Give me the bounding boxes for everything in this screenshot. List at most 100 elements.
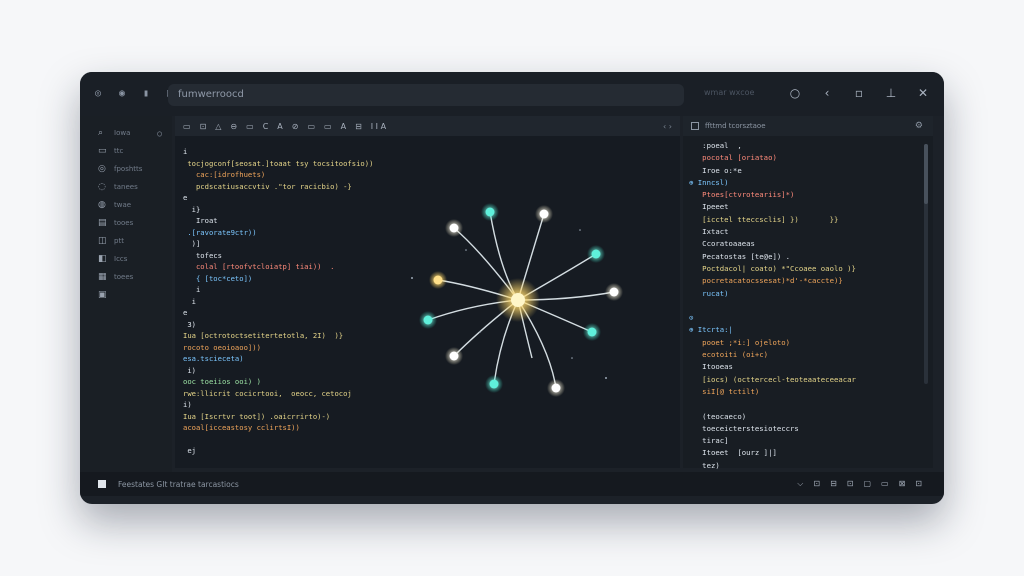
panel-line: Iroe o:*e <box>689 165 742 175</box>
toolbar-tool-icon[interactable]: ⊘ <box>292 122 299 131</box>
panel-line: tirac] <box>689 436 729 446</box>
code-line: { [toc*ceto]) <box>183 273 253 283</box>
sidebar: ⌕ Iowa ○ ▭ ttc ◎ fposhtts ◌ tanees ◍ twae ▤ tooes ◫ pt… <box>80 116 172 472</box>
gear-icon[interactable]: ⚙ <box>915 121 923 131</box>
share-icon[interactable]: ‹ <box>820 86 834 100</box>
toolbar-tool-icon[interactable]: ▭ <box>324 122 332 131</box>
sidebar-item-label: Iowa <box>114 129 131 137</box>
panel-line: ecotoiti (oi+c) <box>689 350 769 360</box>
code-line: tofecs <box>183 250 222 260</box>
sidebar-toggle-icon[interactable]: ○ <box>157 129 162 138</box>
code-line: e <box>183 308 188 317</box>
sidebar-item[interactable]: ▭ ttc <box>80 142 172 160</box>
sidebar-item-label: fposhtts <box>114 165 143 173</box>
panel-code[interactable]: :poeal , pocotal [oriatao) Iroe o:*e ⊕ In… <box>689 140 919 472</box>
toolbar-tool-icon[interactable]: A <box>341 122 346 131</box>
sidebar-item[interactable]: ◌ tanees <box>80 178 172 196</box>
files-icon: ▭ <box>98 146 107 156</box>
sidebar-item-label: twae <box>114 201 132 209</box>
pin-icon[interactable]: ⊥ <box>884 86 898 100</box>
close-icon[interactable]: ✕ <box>916 86 930 100</box>
sidebar-item[interactable]: ▤ tooes <box>80 214 172 232</box>
code-line: tocjogconf[seosat.]toaat tsy tocsitoofsi… <box>183 158 374 168</box>
code-line: ooc toeiios ooi) ) <box>183 377 261 386</box>
toolbar-tool-icon[interactable]: ⊟ <box>355 122 362 131</box>
code-line: esa.tscieceta) <box>183 354 244 363</box>
code-line: rwe:llicrit cocicrtooi, oeocc, cetocoj <box>183 388 352 398</box>
code-area[interactable]: i tocjogconf[seosat.]toaat tsy tocsitoof… <box>183 146 423 457</box>
network-graphic <box>411 203 623 397</box>
bar-icon[interactable]: ▮ <box>140 88 152 100</box>
toolbar-tool-icon[interactable]: A <box>277 122 282 131</box>
status-action-icon[interactable]: ⊡ <box>813 479 820 489</box>
minimize-icon[interactable]: ○ <box>788 86 802 100</box>
toolbar-tool-icon[interactable]: ▭ <box>246 122 254 131</box>
panel-line: :poeal , <box>689 141 742 150</box>
copy-icon[interactable]: ▫ <box>852 86 866 100</box>
sidebar-item[interactable]: ◎ fposhtts <box>80 160 172 178</box>
panel-line: Pecatostas [te@e]) . <box>689 251 791 261</box>
sidebar-item[interactable]: ▣ <box>80 286 172 304</box>
status-action-icon[interactable]: ▢ <box>863 479 871 489</box>
scrollbar-thumb[interactable] <box>924 144 928 204</box>
search-icon: ⌕ <box>98 128 104 138</box>
title-hint: wmar wxcoe <box>704 88 755 97</box>
panel-line: pooet ;*i:] ojeloto) <box>689 337 791 347</box>
panel-line: Ixtact <box>689 227 729 237</box>
panel-line: pocretacatocssesat)*d'-*caccte)} <box>689 276 843 286</box>
toolbar-nav-icon[interactable]: ‹ › <box>663 122 672 131</box>
status-bar: Feestates GIt tratrae tarcastiocs ⌵ ⊡ ⊟ ⊡ ▢ ▭… <box>80 472 944 496</box>
address-field[interactable]: fumwerroocd <box>168 84 684 106</box>
window-controls: ○ ‹ ▫ ⊥ ✕ <box>788 86 930 100</box>
status-action-icon[interactable]: ⊟ <box>830 479 837 489</box>
shield-icon[interactable]: ◉ <box>116 88 128 100</box>
right-panel: ffttmd tcorsztaoe ⚙ :poeal , pocotal [or… <box>683 116 933 470</box>
code-line: cac:[idrofhuets) <box>183 170 266 179</box>
status-action-icon[interactable]: ⌵ <box>797 479 803 489</box>
status-action-icon[interactable]: ▭ <box>881 479 889 489</box>
sidebar-item[interactable]: ◫ ptt <box>80 232 172 250</box>
panel-line: rucat) <box>689 288 729 298</box>
sidebar-item[interactable]: ◍ twae <box>80 196 172 214</box>
toolbar-tool-icon[interactable]: ⊖ <box>230 122 237 131</box>
code-line: colal [rtoofvtcloiatp] tiai)) . <box>183 262 335 271</box>
extensions-icon: ◍ <box>98 200 106 210</box>
toolbar-tool-icon[interactable]: I I A <box>371 122 386 131</box>
status-action-icon[interactable]: ⊠ <box>899 479 906 489</box>
code-line: Iroat <box>183 216 218 225</box>
panel-line: Ptoes[ctvroteariis]*) <box>689 190 795 200</box>
code-line: )] <box>183 239 201 248</box>
panel-line: Ccoratoaaeas <box>689 239 755 249</box>
title-bar: ◎ ◉ ▮ ▣ fumwerroocd wmar wxcoe ○ ‹ ▫ ⊥ ✕ <box>80 72 944 116</box>
panel-line: ⊕ Itcrta:| <box>689 325 733 335</box>
panel-line: ⊙ <box>689 313 694 323</box>
code-line: Iua [octrotoctsetitertetotla, 2I) )} <box>183 331 344 340</box>
panel-scrollbar[interactable] <box>924 144 928 384</box>
list-icon: ▤ <box>98 218 107 228</box>
toolbar-tool-icon[interactable]: △ <box>215 122 221 131</box>
status-icons: ⌵ ⊡ ⊟ ⊡ ▢ ▭ ⊠ ⊡ <box>797 479 922 489</box>
sidebar-item-label: ttc <box>114 147 124 155</box>
sidebar-item[interactable]: ◧ Iccs <box>80 250 172 268</box>
sidebar-item[interactable]: ▦ toees <box>80 268 172 286</box>
play-icon: ◫ <box>98 236 107 246</box>
panel-line: pocotal [oriatao) <box>689 153 777 163</box>
sidebar-item-label: Iccs <box>114 255 128 263</box>
code-line: ej <box>183 446 196 455</box>
panel-line: toeceicterstesioteccrs <box>689 423 799 433</box>
status-action-icon[interactable]: ⊡ <box>847 479 854 489</box>
toolbar-tool-icon[interactable]: C <box>263 122 269 131</box>
grid-icon: ▦ <box>98 272 107 282</box>
toolbar-tool-icon[interactable]: ▭ <box>307 122 315 131</box>
toolbar-tool-icon[interactable]: ⊡ <box>200 122 207 131</box>
code-line: i) <box>183 365 196 375</box>
circle-icon[interactable]: ◎ <box>92 88 104 100</box>
toolbar-tool-icon[interactable]: ▭ <box>183 122 191 131</box>
code-line: 3) <box>183 319 196 329</box>
code-line: pcdscatiusaccvtiv ."tor racicbio) -} <box>183 181 352 191</box>
panel-line: ⊕ Inncsl) <box>689 177 729 187</box>
network-hub <box>511 293 525 307</box>
status-action-icon[interactable]: ⊡ <box>915 479 922 489</box>
sidebar-item[interactable]: ⌕ Iowa ○ <box>80 124 172 142</box>
panel-square-icon <box>691 122 699 130</box>
